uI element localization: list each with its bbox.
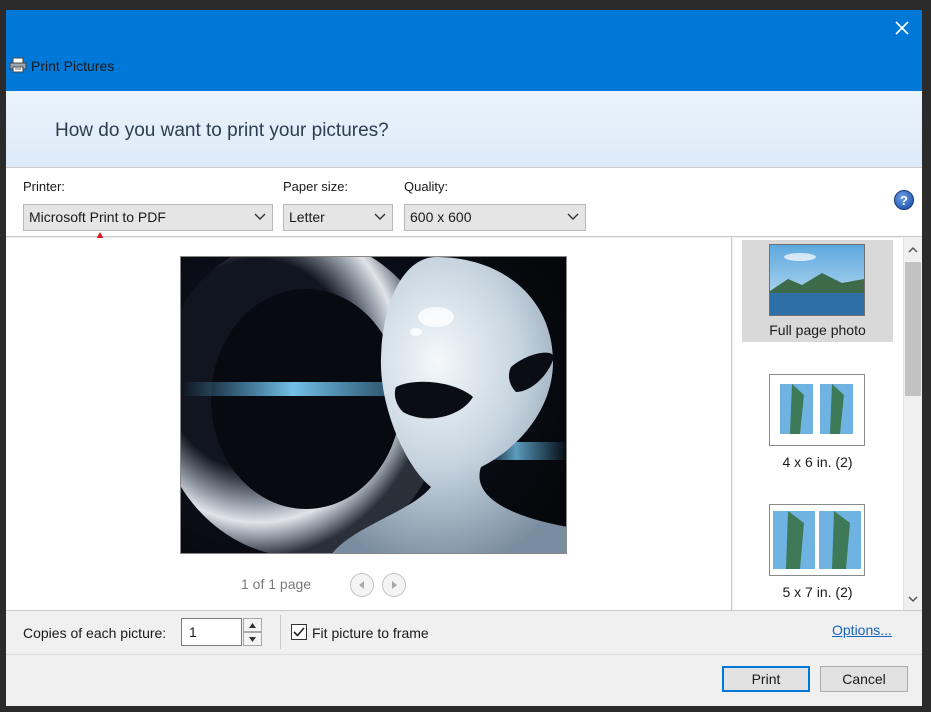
dialog-footer: Print Cancel (6, 654, 922, 706)
layout-scrollbar[interactable] (903, 238, 922, 610)
fit-picture-checkbox[interactable] (291, 624, 307, 640)
decrement-button[interactable] (243, 632, 262, 646)
chevron-down-icon (249, 636, 256, 642)
previous-page-button[interactable] (350, 573, 374, 597)
help-icon[interactable]: ? (894, 190, 914, 210)
header-question: How do you want to print your pictures? (55, 120, 389, 141)
options-link[interactable]: Options... (832, 622, 892, 638)
window-title: Print Pictures (31, 58, 115, 74)
paper-size-label: Paper size: (283, 179, 349, 194)
copies-input[interactable]: 1 (181, 618, 242, 646)
copies-stepper (243, 618, 262, 646)
alien-image (181, 257, 566, 553)
layout-item-5x7[interactable]: 5 x 7 in. (2) (742, 504, 893, 608)
chevron-down-icon (908, 595, 918, 602)
page-indicator: 1 of 1 page (241, 576, 312, 592)
printer-select-value: Microsoft Print to PDF (29, 209, 166, 225)
print-options-row: Printer: Microsoft Print to PDF Paper si… (6, 167, 922, 237)
copies-label: Copies of each picture: (23, 625, 167, 641)
paper-size-select-value: Letter (289, 209, 325, 225)
printer-label: Printer: (23, 179, 65, 194)
layout-label: 5 x 7 in. (2) (782, 584, 853, 600)
chevron-up-icon (908, 246, 918, 253)
4x6-thumbnail (769, 374, 865, 446)
arrow-right-icon (392, 581, 397, 589)
dialog-header: How do you want to print your pictures? (6, 91, 922, 167)
5x7-thumbnail (769, 504, 865, 576)
printer-icon (9, 57, 27, 73)
close-button[interactable] (882, 10, 922, 46)
paper-size-select[interactable]: Letter (283, 204, 393, 231)
print-preview-area: 1 of 1 page (6, 238, 732, 610)
scroll-thumb[interactable] (905, 262, 921, 396)
scroll-up-button[interactable] (904, 240, 922, 258)
chevron-up-icon (249, 622, 256, 628)
divider (280, 615, 281, 649)
next-page-button[interactable] (382, 573, 406, 597)
layout-label: Full page photo (769, 322, 866, 338)
printer-select[interactable]: Microsoft Print to PDF (23, 204, 273, 231)
layout-label: 4 x 6 in. (2) (782, 454, 853, 470)
full-page-thumbnail (769, 244, 865, 316)
quality-select-value: 600 x 600 (410, 209, 472, 225)
close-icon (895, 21, 909, 35)
quality-label: Quality: (404, 179, 449, 194)
chevron-down-icon (567, 213, 579, 220)
title-bar: Print Pictures (6, 10, 922, 91)
layout-list: Full page photo 4 x 6 in. (2) 5 x 7 in. … (733, 238, 903, 610)
layout-item-4x6[interactable]: 4 x 6 in. (2) (742, 374, 893, 474)
chevron-down-icon (254, 213, 266, 220)
scroll-down-button[interactable] (904, 590, 922, 608)
print-pictures-dialog: Print Pictures How do you want to print … (6, 10, 922, 706)
preview-photo (180, 256, 567, 554)
arrow-left-icon (359, 581, 364, 589)
cancel-button[interactable]: Cancel (820, 666, 908, 692)
quality-select[interactable]: 600 x 600 (404, 204, 586, 231)
chevron-down-icon (374, 213, 386, 220)
increment-button[interactable] (243, 618, 262, 632)
fit-picture-label: Fit picture to frame (312, 625, 429, 641)
layout-item-full-page[interactable]: Full page photo (742, 240, 893, 342)
print-button[interactable]: Print (722, 666, 810, 692)
checkmark-icon (293, 627, 305, 637)
copies-bar: Copies of each picture: 1 Fit picture to… (6, 610, 922, 654)
